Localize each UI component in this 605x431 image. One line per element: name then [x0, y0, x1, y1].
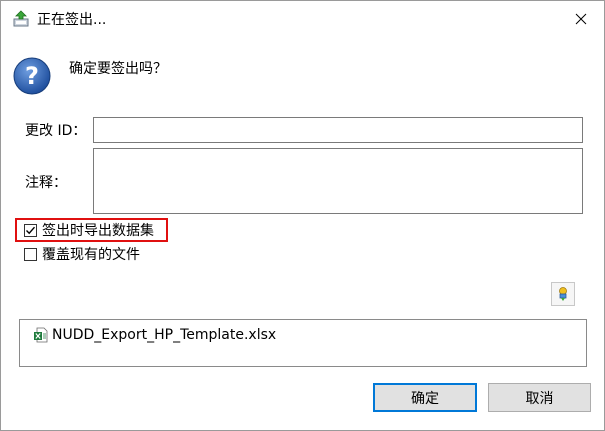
export-dataset-checkbox[interactable]	[24, 223, 37, 237]
list-item[interactable]: NUDD_Export_HP_Template.xlsx	[33, 326, 276, 344]
confirm-question: 确定要签出吗？	[69, 61, 167, 77]
file-list[interactable]: NUDD_Export_HP_Template.xlsx	[19, 319, 587, 367]
export-dataset-label: 签出时导出数据集	[42, 223, 154, 239]
comment-textarea[interactable]	[93, 148, 583, 214]
change-id-label: 更改 ID：	[25, 123, 87, 139]
checkout-icon	[13, 10, 29, 27]
ok-button[interactable]: 确定	[373, 383, 477, 412]
question-icon: ?	[13, 57, 51, 95]
checkout-dialog: 正在签出... ? 确定要签出吗？ 更改 ID： 注释： 签出时导出数据集 覆盖…	[0, 0, 605, 431]
dataset-icon	[559, 287, 567, 301]
file-name: NUDD_Export_HP_Template.xlsx	[52, 327, 277, 343]
title-bar: 正在签出...	[1, 1, 604, 38]
cancel-button[interactable]: 取消	[488, 383, 591, 412]
overwrite-label: 覆盖现有的文件	[42, 247, 140, 263]
svg-text:?: ?	[25, 62, 39, 90]
close-icon	[575, 13, 587, 25]
excel-file-icon	[34, 327, 48, 343]
window-title: 正在签出...	[37, 12, 107, 28]
overwrite-checkbox-row[interactable]: 覆盖现有的文件	[24, 244, 140, 264]
checkmark-icon	[26, 226, 36, 234]
dataset-options-button[interactable]	[551, 282, 575, 306]
close-button[interactable]	[567, 7, 595, 31]
export-dataset-checkbox-row[interactable]: 签出时导出数据集	[24, 220, 154, 240]
comment-label: 注释：	[25, 175, 67, 191]
overwrite-checkbox[interactable]	[24, 247, 37, 261]
change-id-input[interactable]	[93, 117, 583, 143]
